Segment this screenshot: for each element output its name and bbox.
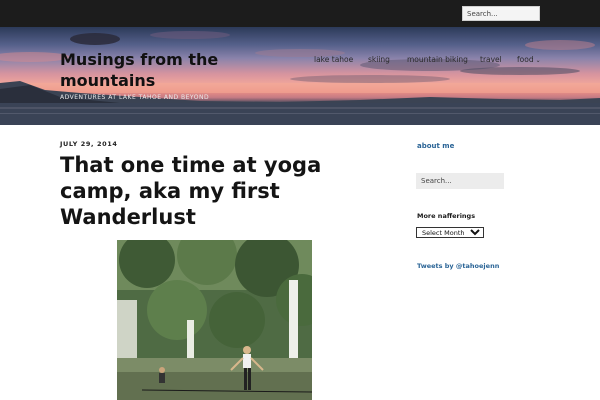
nav-item-food-label: food (517, 55, 534, 64)
nav-item-food[interactable]: food ⌄ (517, 55, 541, 64)
about-me-link[interactable]: about me (417, 142, 454, 150)
site-tagline: Adventures at Lake Tahoe and beyond (60, 94, 210, 101)
nav-item-lake-tahoe[interactable]: lake tahoe (314, 55, 353, 64)
header-banner: Musings from the mountains Adventures at… (0, 27, 600, 125)
archives-widget-title: More nafferings (417, 212, 476, 220)
chevron-down-icon: ⌄ (535, 57, 541, 64)
yoga-forest-photo (117, 240, 312, 400)
post-date[interactable]: July 29, 2014 (60, 140, 117, 148)
post-featured-image (117, 240, 312, 400)
site-title[interactable]: Musings from the mountains (60, 49, 260, 91)
post-title[interactable]: That one time at yoga camp, aka my first… (60, 152, 340, 230)
top-bar (0, 0, 600, 27)
nav-item-skiing[interactable]: skiing (368, 55, 390, 64)
sidebar-search-input[interactable] (416, 173, 504, 189)
nav-item-travel[interactable]: travel (480, 55, 502, 64)
archive-month-select[interactable]: Select Month (416, 227, 484, 238)
top-search-input[interactable] (462, 6, 540, 21)
tweets-link[interactable]: Tweets by @tahoejenn (417, 262, 499, 270)
nav-item-mountain-biking[interactable]: mountain biking (407, 55, 468, 64)
